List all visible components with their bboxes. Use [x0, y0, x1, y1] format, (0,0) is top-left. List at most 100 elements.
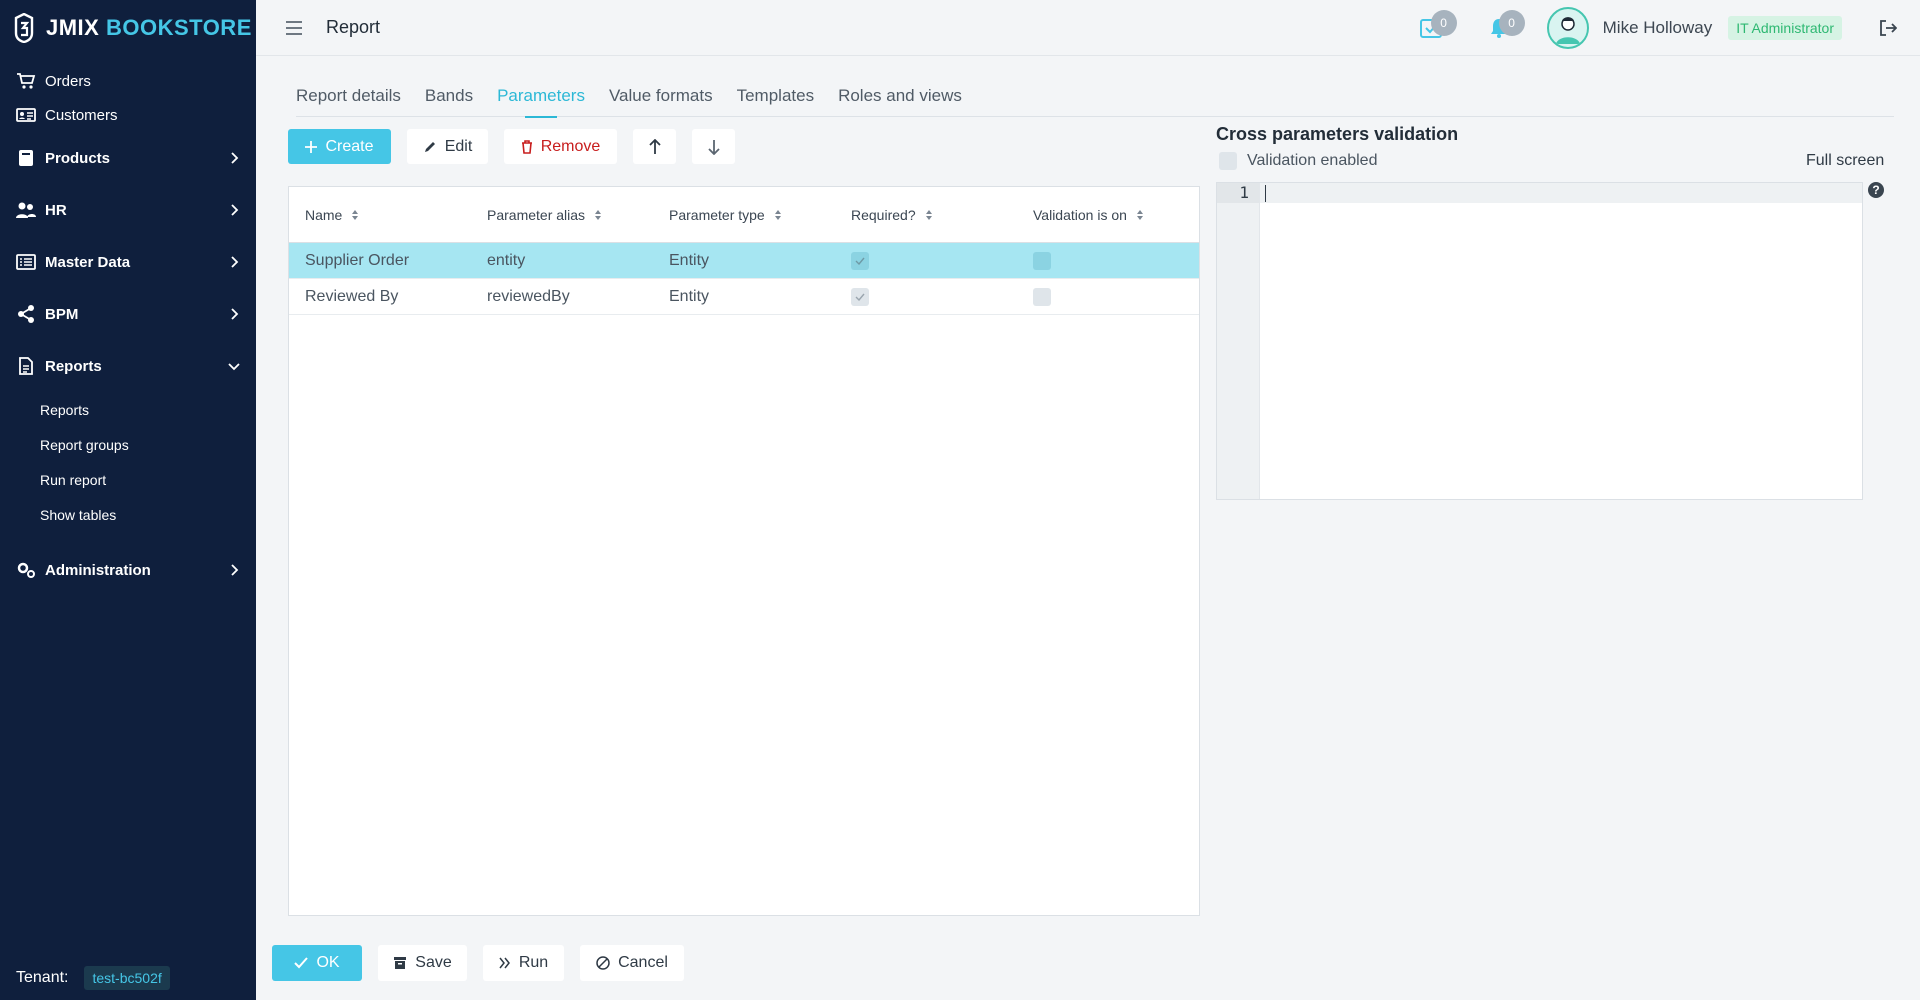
- table-row[interactable]: Reviewed By reviewedBy Entity: [289, 279, 1199, 315]
- tab-roles-and-views[interactable]: Roles and views: [838, 80, 962, 117]
- sidebar-item-administration[interactable]: Administration: [0, 544, 256, 596]
- sidebar-item-hr[interactable]: HR: [0, 184, 256, 236]
- tab-label: Bands: [424, 86, 474, 105]
- active-line: [1260, 183, 1862, 203]
- cell-type: Entity: [669, 287, 710, 305]
- menu-toggle-button[interactable]: [274, 8, 314, 48]
- sidebar-subitem-show-tables[interactable]: Show tables: [0, 497, 256, 532]
- tab-label: Report details: [296, 86, 401, 105]
- help-icon[interactable]: ?: [1868, 182, 1884, 198]
- validation-checkbox: [1033, 287, 1051, 306]
- sidebar-subitem-report-groups[interactable]: Report groups: [0, 427, 256, 462]
- required-checkbox: [851, 287, 869, 306]
- sidebar-item-customers[interactable]: Customers: [0, 98, 256, 132]
- ok-button-label: OK: [316, 954, 340, 971]
- ban-icon: [596, 956, 610, 970]
- cell-name: Reviewed By: [305, 287, 399, 305]
- app-brand: JMIX BOOKSTORE: [46, 15, 252, 41]
- validation-script-editor[interactable]: 1: [1216, 182, 1863, 500]
- sort-icon: [925, 209, 932, 220]
- create-button[interactable]: Create: [288, 129, 391, 164]
- column-header-validation[interactable]: Validation is on: [1017, 187, 1199, 242]
- sidebar-item-reports[interactable]: Reports: [0, 340, 256, 392]
- pencil-icon: [423, 140, 437, 154]
- report-icon: [15, 357, 37, 375]
- chevron-right-icon: [231, 256, 239, 268]
- list-icon: [15, 253, 37, 271]
- cancel-button[interactable]: Cancel: [580, 945, 684, 981]
- tab-label: Value formats: [608, 86, 713, 105]
- table-row[interactable]: Supplier Order entity Entity: [289, 243, 1199, 279]
- column-header-label: Required?: [851, 206, 916, 223]
- parameters-toolbar: Create Edit Remove: [288, 129, 751, 164]
- run-button-label: Run: [518, 954, 549, 971]
- sort-icon: [352, 209, 359, 220]
- move-up-button[interactable]: [633, 129, 676, 164]
- book-icon: [15, 149, 37, 167]
- avatar[interactable]: [1546, 7, 1589, 49]
- run-button[interactable]: Run: [483, 945, 564, 981]
- column-header-name[interactable]: Name: [289, 187, 471, 242]
- logout-icon: [1880, 20, 1897, 36]
- sidebar-subitem-reports[interactable]: Reports: [0, 392, 256, 427]
- tab-value-formats[interactable]: Value formats: [609, 80, 713, 117]
- tab-label: Roles and views: [838, 86, 962, 105]
- chevron-right-icon: [231, 308, 239, 320]
- logout-button[interactable]: [1876, 8, 1900, 48]
- remove-button[interactable]: Remove: [504, 129, 617, 164]
- sidebar: JMIX BOOKSTORE Orders Customers Products: [0, 0, 256, 1000]
- tab-report-details[interactable]: Report details: [296, 80, 401, 117]
- validation-enabled-label: Validation enabled: [1247, 152, 1378, 169]
- sidebar-nav: Orders Customers Products HR Master Data…: [0, 64, 256, 596]
- sidebar-item-products[interactable]: Products: [0, 132, 256, 184]
- tenant-badge: test-bc502f: [84, 966, 170, 990]
- column-header-label: Name: [305, 206, 343, 223]
- chevron-right-icon: [231, 152, 239, 164]
- sort-icon: [774, 209, 781, 220]
- share-icon: [15, 305, 37, 323]
- ok-button[interactable]: OK: [272, 945, 362, 981]
- sidebar-item-label: Master Data: [45, 253, 131, 271]
- sidebar-item-master-data[interactable]: Master Data: [0, 236, 256, 288]
- cell-alias: entity: [487, 251, 526, 269]
- validation-enabled-checkbox[interactable]: Validation enabled: [1219, 152, 1377, 170]
- tab-parameters[interactable]: Parameters: [497, 80, 585, 118]
- gears-icon: [15, 561, 37, 579]
- validation-panel-title: Cross parameters validation: [1216, 124, 1459, 144]
- arrow-up-icon: [648, 138, 661, 154]
- sidebar-subitem-run-report[interactable]: Run report: [0, 462, 256, 497]
- inbox-count-badge: 0: [1430, 10, 1457, 36]
- inbox-button[interactable]: 0: [1411, 8, 1457, 48]
- tenant-indicator: Tenant: test-bc502f: [16, 966, 170, 990]
- notifications-button[interactable]: 0: [1479, 8, 1525, 48]
- column-header-parameter-type[interactable]: Parameter type: [653, 187, 835, 242]
- check-icon: [855, 293, 865, 301]
- cell-required: [835, 279, 1017, 314]
- sidebar-item-bpm[interactable]: BPM: [0, 288, 256, 340]
- sort-icon: [1136, 209, 1143, 220]
- sort-icon: [595, 209, 602, 220]
- move-down-button[interactable]: [692, 129, 735, 164]
- jmix-logo-icon: [14, 13, 34, 43]
- full-screen-link[interactable]: Full screen: [1806, 152, 1884, 170]
- app-logo[interactable]: JMIX BOOKSTORE: [0, 0, 256, 56]
- double-chevron-right-icon: [499, 957, 511, 969]
- sidebar-subitem-label: Run report: [40, 471, 107, 488]
- tab-bands[interactable]: Bands: [425, 80, 473, 117]
- user-name[interactable]: Mike Holloway: [1603, 18, 1713, 38]
- column-header-parameter-alias[interactable]: Parameter alias: [471, 187, 653, 242]
- user-avatar-icon: [1555, 17, 1580, 44]
- sidebar-item-orders[interactable]: Orders: [0, 64, 256, 98]
- sidebar-item-label: Orders: [45, 72, 91, 90]
- save-button[interactable]: Save: [378, 945, 467, 981]
- cell-name: Supplier Order: [305, 251, 410, 269]
- brand-right: BOOKSTORE: [105, 15, 252, 40]
- column-header-required[interactable]: Required?: [835, 187, 1017, 242]
- edit-button[interactable]: Edit: [407, 129, 488, 164]
- editor-code-area[interactable]: [1260, 183, 1862, 499]
- header-actions: 0 0 Mike Holloway IT Administrator: [1411, 0, 1900, 56]
- brand-left: JMIX: [46, 15, 100, 40]
- sidebar-item-label: Administration: [45, 561, 151, 579]
- dialog-footer: OK Save Run Cancel: [272, 945, 700, 981]
- tab-templates[interactable]: Templates: [737, 80, 814, 117]
